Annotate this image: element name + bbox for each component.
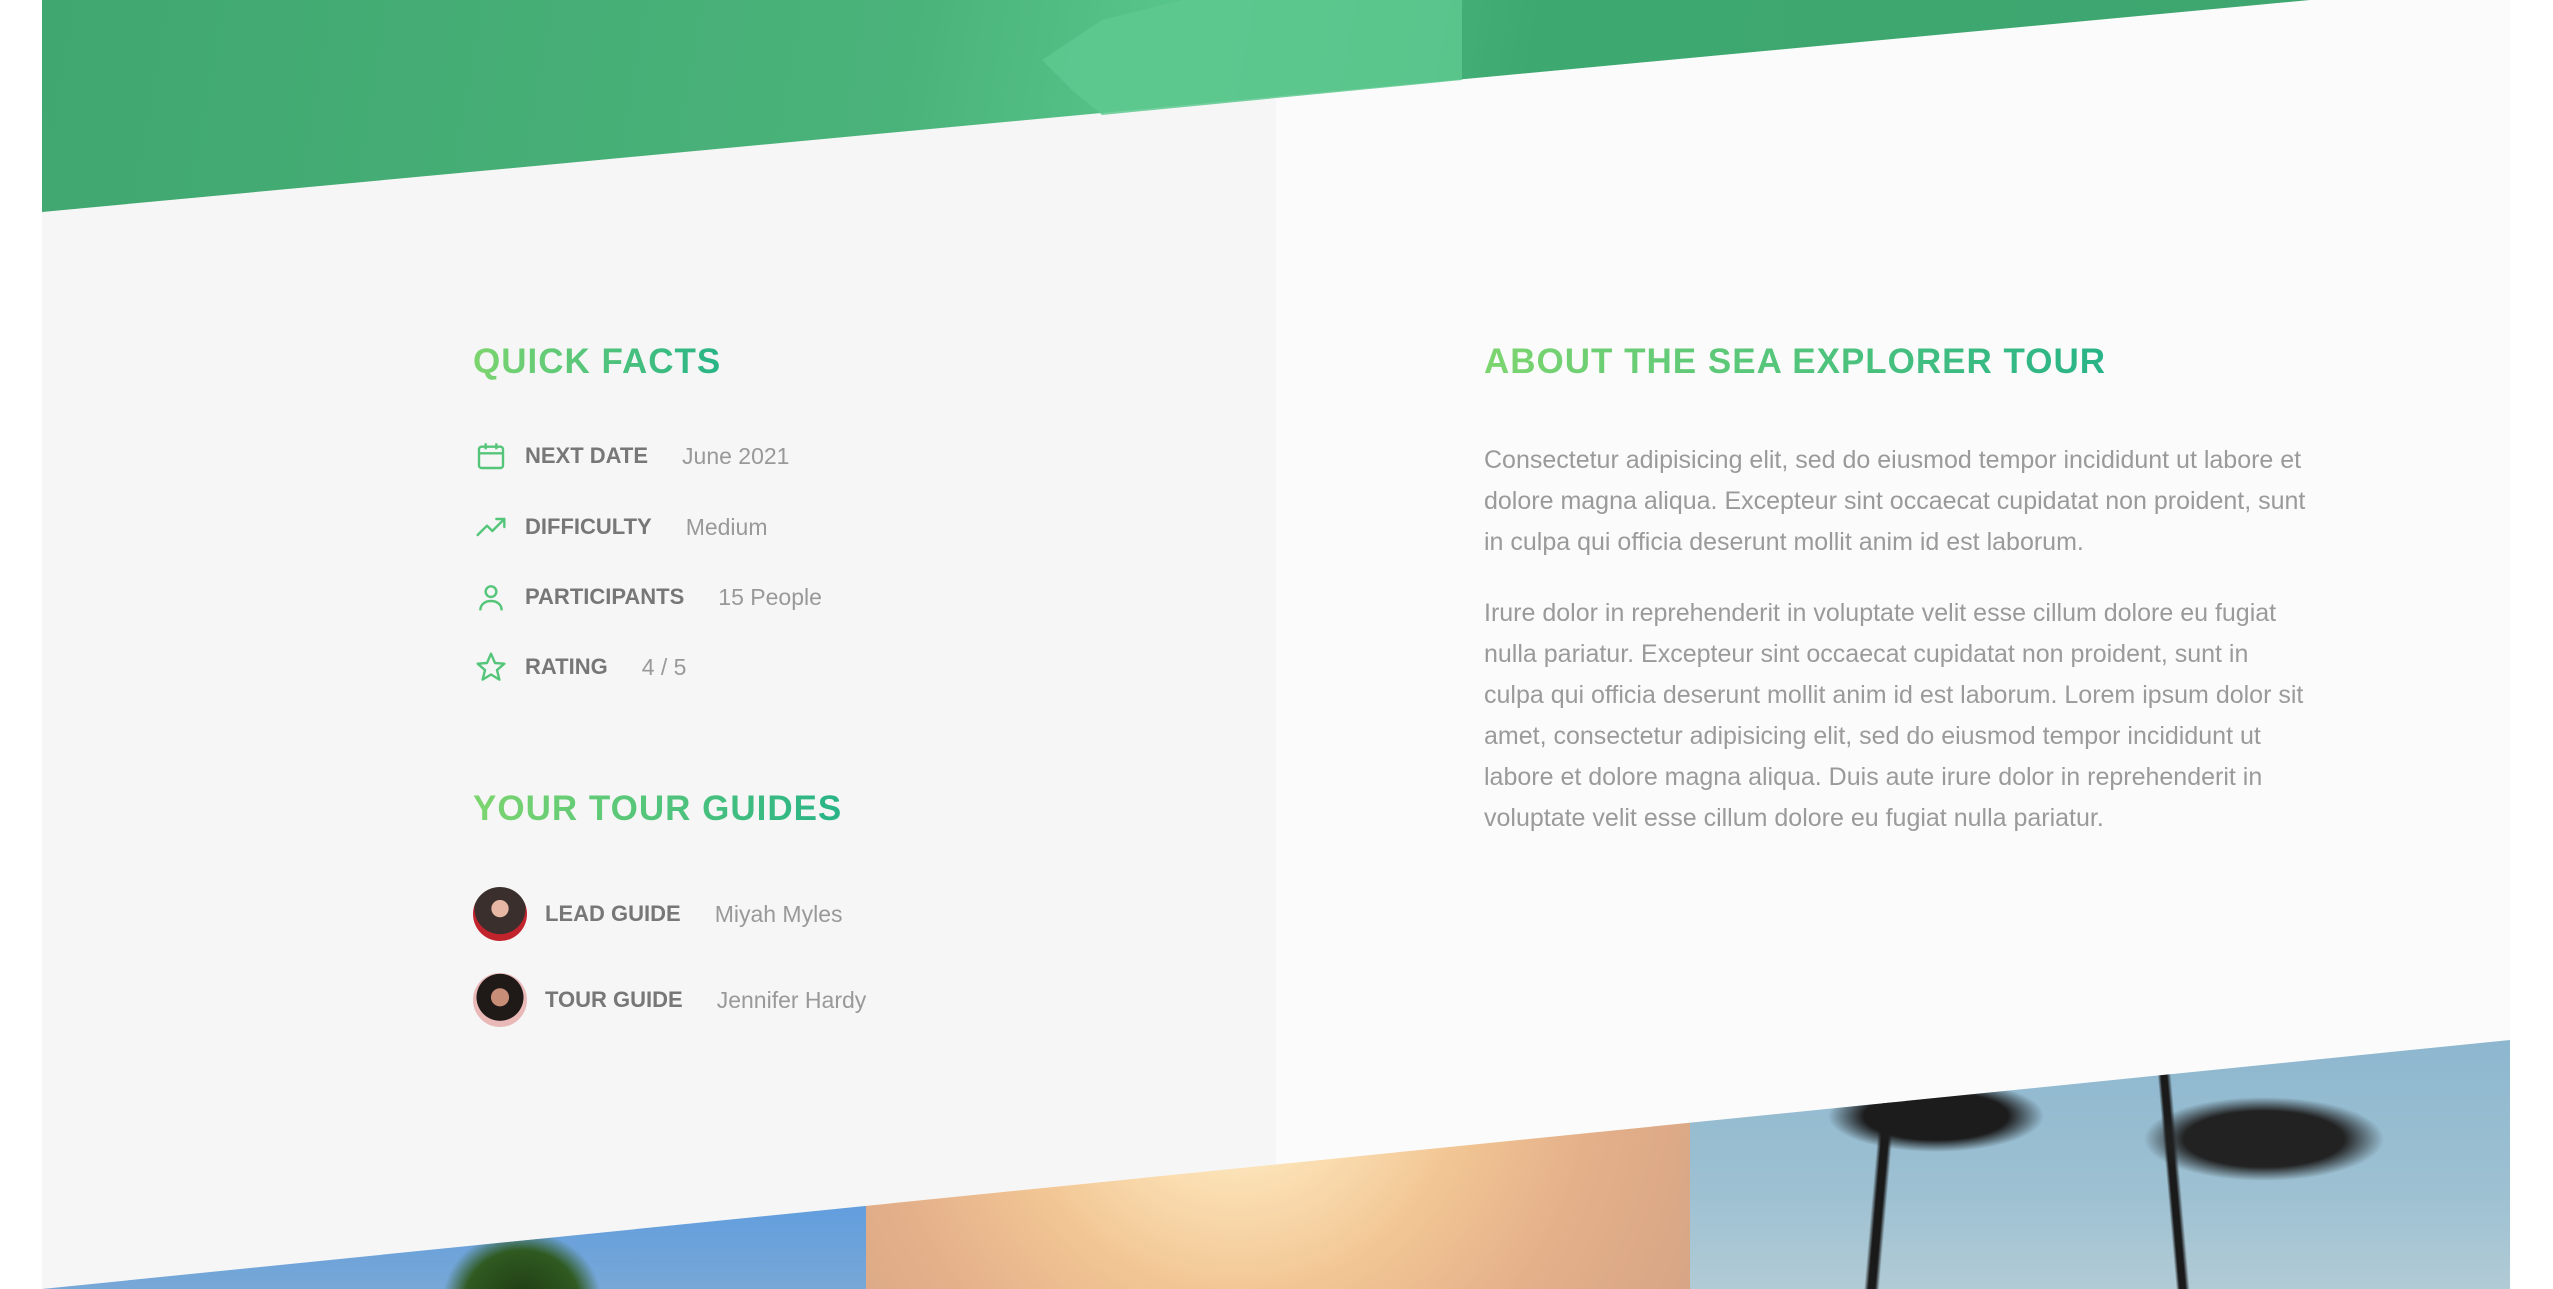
avatar — [473, 973, 527, 1027]
fact-value: 15 People — [718, 583, 822, 610]
guide-role: LEAD GUIDE — [545, 901, 681, 926]
fact-label: NEXT DATE — [525, 443, 649, 468]
calendar-icon — [473, 438, 509, 474]
fact-rating: RATING 4 / 5 — [473, 647, 686, 687]
trending-up-icon — [473, 509, 509, 545]
fact-label: PARTICIPANTS — [525, 584, 685, 609]
fact-difficulty: DIFFICULTY Medium — [473, 507, 768, 547]
guide-name: Miyah Myles — [714, 900, 843, 927]
guide-role: TOUR GUIDE — [545, 987, 683, 1012]
fact-next-date: NEXT DATE June 2021 — [473, 436, 789, 476]
tour-guides-heading: YOUR TOUR GUIDES — [473, 789, 843, 828]
about-description: Consectetur adipisicing elit, sed do eiu… — [1484, 440, 2314, 869]
guide-lead: LEAD GUIDE Miyah Myles — [473, 886, 843, 942]
about-heading: ABOUT THE SEA EXPLORER TOUR — [1484, 342, 2107, 381]
fact-label: DIFFICULTY — [525, 514, 652, 539]
about-paragraph: Irure dolor in reprehenderit in voluptat… — [1484, 599, 2304, 832]
quick-facts-heading: QUICK FACTS — [473, 342, 722, 381]
avatar — [473, 887, 527, 941]
guide-name: Jennifer Hardy — [716, 986, 867, 1013]
fact-value: June 2021 — [682, 442, 790, 469]
guide-tour: TOUR GUIDE Jennifer Hardy — [473, 972, 866, 1028]
fact-label: RATING — [525, 654, 608, 679]
tour-details-page: QUICK FACTS NEXT DATE June 2021 DIFFICUL… — [42, 0, 2510, 1289]
fact-value: 4 / 5 — [641, 653, 687, 680]
fact-participants: PARTICIPANTS 15 People — [473, 577, 822, 617]
star-icon — [473, 649, 509, 685]
user-icon — [473, 579, 509, 615]
fact-value: Medium — [685, 513, 768, 540]
about-paragraph: Consectetur adipisicing elit, sed do eiu… — [1484, 446, 2306, 556]
